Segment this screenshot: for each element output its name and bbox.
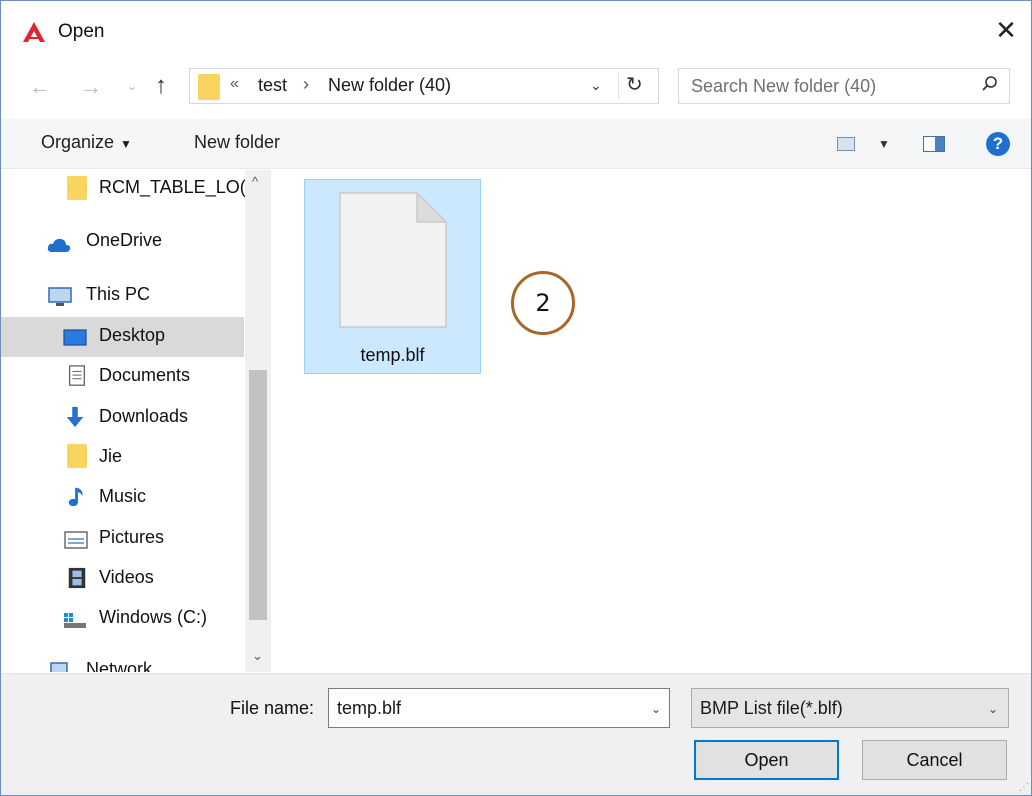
search-icon[interactable]: [981, 75, 999, 93]
cloud-icon: [47, 238, 71, 252]
sidebar-item-label: Desktop: [99, 325, 166, 345]
resize-grip-icon[interactable]: ⋰: [1019, 782, 1029, 793]
sidebar-item-rcm-table[interactable]: RCM_TABLE_LO(: [1, 170, 246, 210]
blank-file-icon: [339, 192, 447, 328]
sidebar-item-documents[interactable]: Documents: [1, 357, 244, 397]
sidebar-item-downloads[interactable]: Downloads: [1, 398, 244, 438]
recent-locations-chevron-icon[interactable]: ⌄: [127, 79, 137, 93]
window-title: Open: [58, 21, 105, 42]
sidebar-item-music[interactable]: Music: [1, 478, 244, 518]
scroll-thumb[interactable]: [249, 370, 267, 620]
sidebar-item-label: Videos: [99, 567, 154, 587]
bottom-panel: File name: temp.blf ⌄ BMP List file(*.bl…: [1, 673, 1031, 795]
sidebar-scrollbar[interactable]: ^ ⌄: [245, 170, 271, 672]
sidebar-item-label: Pictures: [99, 527, 165, 547]
help-icon[interactable]: ?: [986, 132, 1010, 156]
documents-icon: [69, 365, 85, 386]
file-name-input[interactable]: temp.blf: [337, 698, 401, 719]
music-note-icon: [68, 487, 83, 507]
cancel-button[interactable]: Cancel: [862, 740, 1007, 780]
sidebar-item-label: RCM_TABLE_LO(: [99, 177, 246, 197]
file-name-combobox[interactable]: temp.blf ⌄: [328, 688, 670, 728]
sidebar-item-desktop[interactable]: Desktop: [1, 317, 244, 357]
sidebar-item-windows-c[interactable]: Windows (C:): [1, 599, 244, 639]
open-button[interactable]: Open: [694, 740, 839, 780]
address-dropdown-chevron-icon[interactable]: ⌄: [590, 77, 602, 94]
forward-arrow-icon[interactable]: →: [80, 74, 102, 100]
file-type-select[interactable]: BMP List file(*.blf) ⌄: [691, 688, 1009, 728]
film-icon: [68, 567, 86, 589]
preview-pane-icon[interactable]: [923, 136, 945, 152]
step-number-annotation: 2: [511, 271, 575, 335]
sidebar-item-videos[interactable]: Videos: [1, 559, 244, 599]
breadcrumb-test[interactable]: test: [258, 75, 287, 96]
download-arrow-icon: [66, 406, 84, 428]
address-divider: [618, 73, 619, 99]
sidebar-item-label: Documents: [99, 365, 191, 385]
chevron-down-icon[interactable]: ⌄: [651, 702, 661, 716]
change-view-icon[interactable]: [837, 137, 855, 151]
network-icon: [50, 662, 68, 672]
breadcrumb-new-folder-40[interactable]: New folder (40): [328, 75, 451, 96]
scroll-up-icon[interactable]: ^: [252, 174, 258, 189]
scroll-down-icon[interactable]: ⌄: [252, 648, 263, 664]
file-name-label: File name:: [230, 698, 315, 718]
organize-menu-button[interactable]: Organize ▼: [41, 132, 132, 153]
file-item-temp-blf[interactable]: temp.blf: [304, 179, 481, 374]
folder-icon: [198, 74, 220, 100]
breadcrumb-overflow-icon[interactable]: «: [230, 75, 239, 93]
file-list-pane: temp.blf 2: [272, 170, 1031, 672]
title-bar: Open ✕: [1, 1, 1031, 63]
sidebar-item-jie[interactable]: Jie: [1, 438, 244, 478]
close-button[interactable]: ✕: [991, 15, 1021, 45]
desktop-icon: [63, 329, 87, 346]
sidebar-item-label: Windows (C:): [99, 607, 208, 627]
sidebar-item-pictures[interactable]: Pictures: [1, 519, 244, 559]
new-folder-button[interactable]: New folder: [194, 132, 280, 153]
address-bar[interactable]: « test › New folder (40) ⌄ ↻: [189, 68, 659, 104]
sidebar-item-label: Jie: [99, 446, 123, 466]
file-name-label: temp.blf: [360, 345, 425, 365]
breadcrumb-separator-icon[interactable]: ›: [303, 74, 309, 95]
search-input[interactable]: Search New folder (40): [691, 76, 876, 97]
file-type-value: BMP List file(*.blf): [700, 698, 843, 718]
refresh-icon[interactable]: ↻: [626, 72, 643, 97]
computer-icon: [48, 287, 72, 306]
folder-icon: [67, 176, 87, 200]
organize-label: Organize: [41, 132, 115, 152]
up-arrow-icon[interactable]: ↑: [155, 72, 167, 100]
sidebar-item-label: Music: [99, 486, 147, 506]
caret-down-icon: ▼: [120, 137, 132, 151]
sidebar-item-label: Network: [86, 659, 153, 672]
sidebar-item-label: This PC: [86, 284, 151, 304]
search-box[interactable]: Search New folder (40): [678, 68, 1010, 104]
command-toolbar: Organize ▼ New folder ▼ ?: [1, 119, 1031, 169]
back-arrow-icon[interactable]: ←: [29, 74, 51, 100]
autocad-a-icon: [23, 22, 45, 42]
open-dialog: Open ✕ ← → ⌄ ↑ « test › New folder (40) …: [0, 0, 1032, 796]
folder-icon: [67, 444, 87, 468]
sidebar-item-network[interactable]: Network: [1, 652, 244, 672]
sidebar-item-label: Downloads: [99, 406, 189, 426]
drive-icon: [64, 613, 86, 628]
sidebar-item-label: OneDrive: [86, 230, 163, 250]
pictures-icon: [64, 531, 88, 549]
chevron-down-icon[interactable]: ⌄: [988, 702, 998, 716]
navigation-pane: RCM_TABLE_LO( OneDrive This PC Desktop D…: [1, 170, 271, 672]
sidebar-item-onedrive[interactable]: OneDrive: [1, 222, 244, 262]
sidebar-item-this-pc[interactable]: This PC: [1, 276, 244, 316]
view-options-caret-icon[interactable]: ▼: [878, 137, 890, 151]
